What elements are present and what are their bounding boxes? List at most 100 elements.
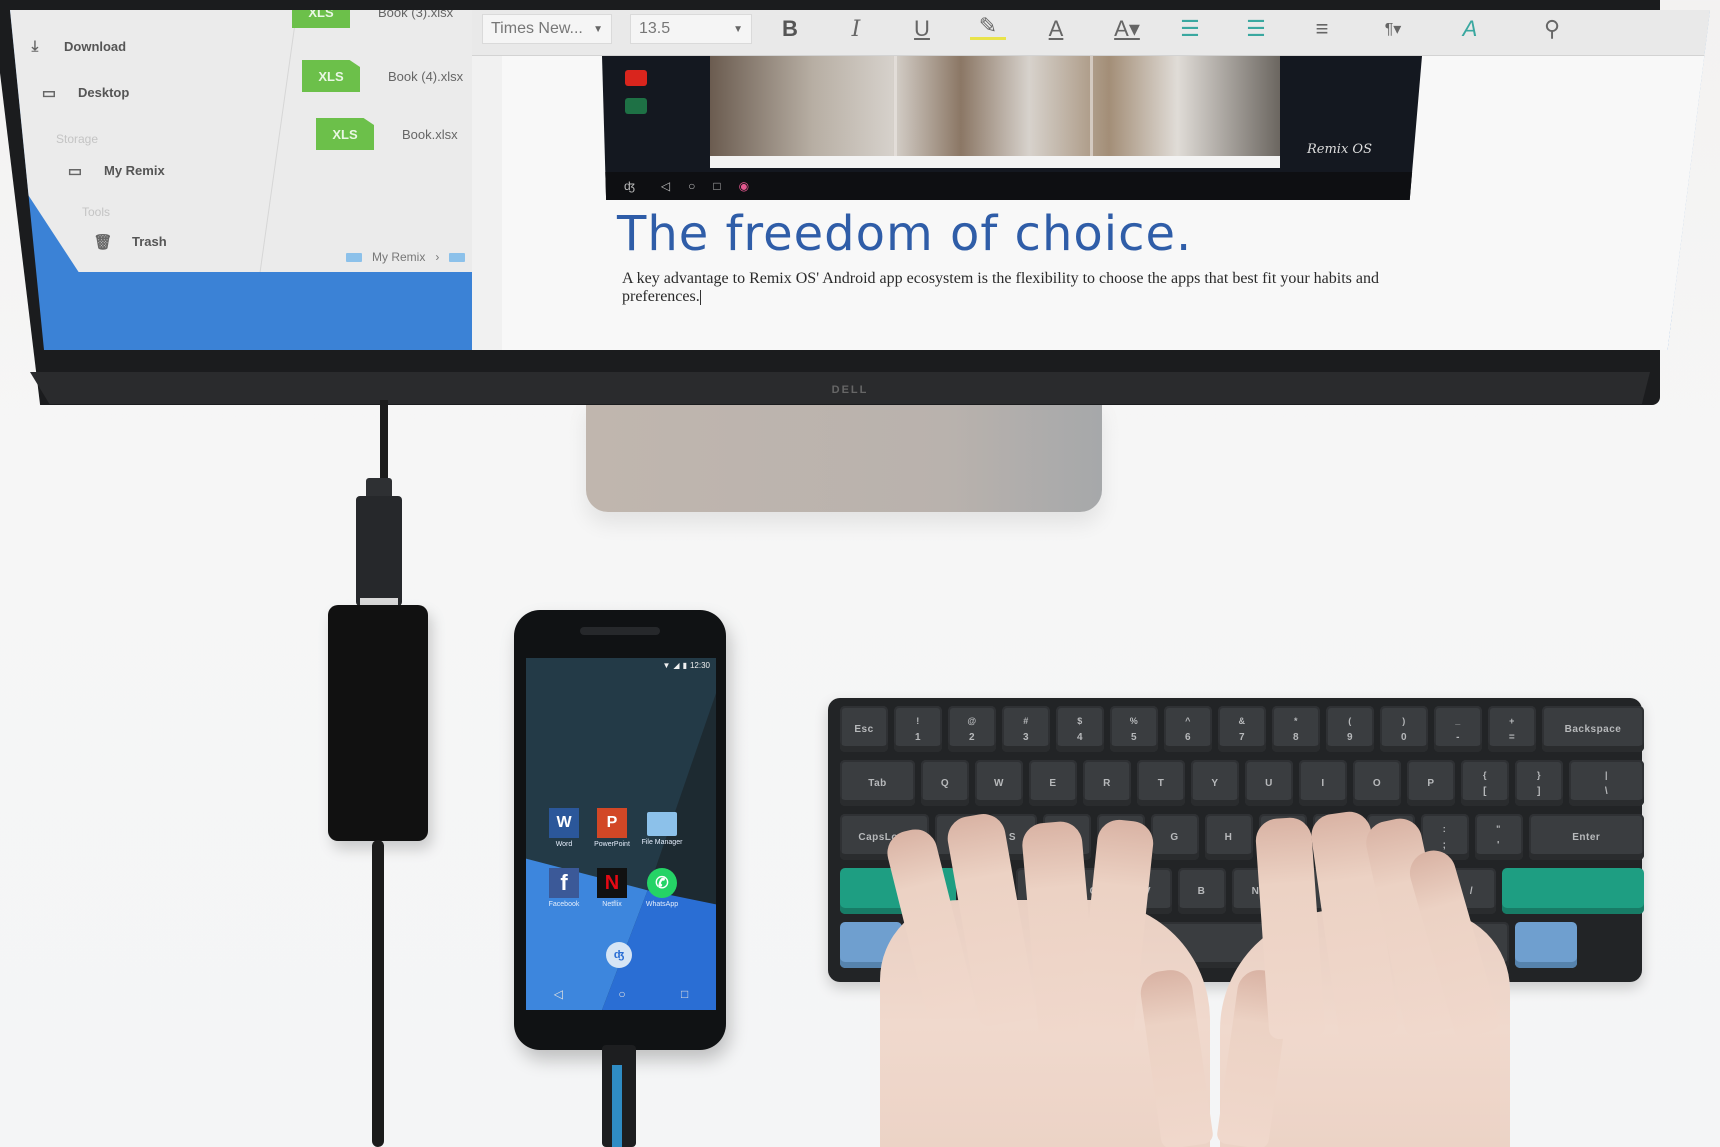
key-label: 3 <box>1022 731 1030 743</box>
key-h[interactable]: H <box>1204 814 1253 860</box>
key-shift-label: ( <box>1348 715 1352 726</box>
key-symbol[interactable]: {[ <box>1461 760 1509 806</box>
key-symbol[interactable]: | \ <box>1569 760 1644 806</box>
key-esc[interactable]: Esc <box>840 706 888 752</box>
key-o[interactable]: O <box>1353 760 1401 806</box>
key-w[interactable]: W <box>975 760 1023 806</box>
back-icon: ◁ <box>660 179 671 193</box>
recents-button[interactable]: □ <box>681 987 688 1001</box>
file-item[interactable]: XLS Book.xlsx <box>316 118 458 150</box>
key-1[interactable]: ! 1 <box>894 706 942 752</box>
key-shift-label: ! <box>916 715 920 726</box>
key-u[interactable]: U <box>1245 760 1293 806</box>
key-6[interactable]: ^ 6 <box>1164 706 1212 752</box>
key-symbol[interactable]: + = <box>1488 706 1536 752</box>
key-r[interactable]: R <box>1083 760 1131 806</box>
key-4[interactable]: $4 <box>1056 706 1104 752</box>
bold-button[interactable]: B <box>772 14 808 44</box>
phone-speaker <box>580 627 660 635</box>
sidebar-item-label: Download <box>64 38 127 54</box>
key-5[interactable]: % 5 <box>1110 706 1158 752</box>
app-whatsapp[interactable]: ✆ WhatsApp <box>632 868 692 908</box>
key-label: G <box>1170 831 1179 843</box>
styles-button[interactable]: A <box>1452 14 1488 44</box>
file-item[interactable]: XLS Book (4).xlsx <box>302 60 463 92</box>
remix-start-icon: ʤ <box>624 179 635 193</box>
photo-gallery <box>710 56 1280 164</box>
text-cursor <box>699 289 701 305</box>
align-button[interactable]: ≡ <box>1304 14 1340 44</box>
file-manager-window: ⤓ Download ▭ Desktop Storage ▭ My Remix … <box>10 10 500 272</box>
key-y[interactable]: Y <box>1191 760 1239 806</box>
key-label: Q <box>940 777 950 789</box>
sidebar-item-trash[interactable]: 🗑 Trash <box>92 233 166 252</box>
italic-button[interactable]: I <box>838 14 874 44</box>
document-page[interactable]: Remix OS ʤ ◁ ○ □ ◉ The freedom of choice… <box>502 56 1710 350</box>
numbered-list-icon: ☰ <box>1246 16 1266 41</box>
paragraph-button[interactable]: ¶▾ <box>1370 14 1416 44</box>
key-8[interactable]: * 8 <box>1272 706 1320 752</box>
key-backspace[interactable]: Backspace <box>1542 706 1644 752</box>
breadcrumb-root[interactable]: My Remix <box>372 250 425 264</box>
bullet-list-button[interactable]: ☰ <box>1172 14 1208 44</box>
key-tab[interactable]: Tab <box>840 760 915 806</box>
folder-icon <box>346 252 362 262</box>
key-blank[interactable] <box>1501 868 1644 914</box>
key-0[interactable]: ) 0 <box>1380 706 1428 752</box>
bold-icon: B <box>782 16 798 41</box>
underline-icon: U <box>914 16 930 41</box>
search-button[interactable]: ⚲ <box>1534 14 1570 44</box>
key-i[interactable]: I <box>1299 760 1347 806</box>
key-shift-label: { <box>1482 769 1487 780</box>
home-button[interactable]: ○ <box>618 987 625 1001</box>
key-symbol[interactable]: " ' <box>1474 814 1523 860</box>
key-symbol[interactable]: _ - <box>1434 706 1482 752</box>
key-7[interactable]: & 7 <box>1218 706 1266 752</box>
section-storage: Storage <box>56 132 99 146</box>
remix-launcher-button[interactable]: ʤ <box>606 942 632 968</box>
hdmi-connector <box>356 496 402 606</box>
key-g[interactable]: G <box>1150 814 1199 860</box>
usb-c-hdmi-adapter <box>328 605 428 841</box>
font-size-select[interactable]: 13.5 ▼ <box>630 14 752 44</box>
key-b[interactable]: B <box>1177 868 1226 914</box>
key-symbol[interactable]: }] <box>1515 760 1563 806</box>
key-label: = <box>1508 731 1516 743</box>
key-enter[interactable]: Enter <box>1528 814 1644 860</box>
key-label: 4 <box>1076 731 1084 743</box>
numbered-list-button[interactable]: ☰ <box>1238 14 1274 44</box>
sidebar-item-download[interactable]: ⤓ Download <box>24 38 127 55</box>
highlight-button[interactable]: ✎ <box>970 13 1006 40</box>
app-file-manager[interactable]: File Manager <box>632 808 692 846</box>
file-name: Book.xlsx <box>402 126 458 142</box>
key-p[interactable]: P <box>1407 760 1455 806</box>
key-shift-label: # <box>1023 715 1029 726</box>
key-label: - <box>1456 731 1460 743</box>
download-icon: ⤓ <box>31 38 39 55</box>
home-icon: ○ <box>688 179 696 193</box>
phone-screen: ▼ ◢ ▮ 12:30 W Word P PowerPoint File Man… <box>526 658 716 1010</box>
back-button[interactable]: ◁ <box>554 987 563 1001</box>
key-t[interactable]: T <box>1137 760 1185 806</box>
document-body: A key advantage to Remix OS' Android app… <box>622 270 1422 306</box>
key-9[interactable]: (9 <box>1326 706 1374 752</box>
font-family-select[interactable]: Times New... ▼ <box>482 14 612 44</box>
key-label: E <box>1049 777 1057 789</box>
key-q[interactable]: Q <box>921 760 969 806</box>
font-size-value: 13.5 <box>639 20 671 37</box>
font-color-button[interactable]: A <box>1038 14 1074 44</box>
key-3[interactable]: #3 <box>1002 706 1050 752</box>
app-label: WhatsApp <box>645 901 679 908</box>
key-2[interactable]: @2 <box>948 706 996 752</box>
key-e[interactable]: E <box>1029 760 1077 806</box>
underline-button[interactable]: U <box>904 14 940 44</box>
key-blank[interactable] <box>1515 922 1577 968</box>
sidebar-item-my-remix[interactable]: ▭ My Remix <box>64 162 165 181</box>
xls-file-icon: XLS <box>302 60 360 92</box>
key-label: S <box>1008 831 1017 843</box>
sidebar-item-desktop[interactable]: ▭ Desktop <box>38 84 129 103</box>
key-label: 9 <box>1346 731 1354 743</box>
text-color-dropdown[interactable]: A▾ <box>1104 14 1150 44</box>
collapse-toolbar-button[interactable]: ^ <box>1698 14 1710 44</box>
file-item[interactable]: XLS Book (3).xlsx <box>292 10 453 28</box>
